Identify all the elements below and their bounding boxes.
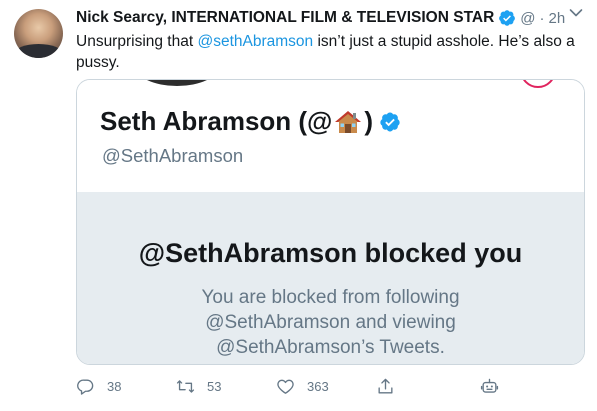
reply-count: 38 <box>107 378 122 394</box>
author-display-name[interactable]: Nick Searcy, INTERNATIONAL FILM & TELEVI… <box>76 9 494 27</box>
screenshot-blocked-notice: @SethAbramson blocked you You are blocke… <box>77 192 584 364</box>
tweet-actions: 38 53 363 <box>76 374 586 402</box>
author-handle[interactable]: @ <box>520 10 535 27</box>
tweet-media[interactable]: Seth Abramson (@ ) @SethAbramson @SethAb… <box>76 79 585 365</box>
mention-link[interactable]: @sethAbramson <box>197 33 313 50</box>
reply-button[interactable]: 38 <box>76 374 121 398</box>
tweet-timestamp[interactable]: 2h <box>549 10 566 27</box>
bot-icon <box>480 378 499 393</box>
bot-button[interactable] <box>480 374 499 398</box>
blocked-message: You are blocked from following @SethAbra… <box>77 285 584 360</box>
verified-badge-icon <box>380 111 400 132</box>
retweet-count: 53 <box>207 378 222 394</box>
profile-name-suffix: ) <box>364 106 374 136</box>
verified-badge-icon <box>499 10 516 26</box>
screenshot-profile-handle: @SethAbramson <box>102 145 244 166</box>
share-button[interactable] <box>376 374 395 398</box>
blocked-line-3: @SethAbramson’s Tweets. <box>216 337 445 358</box>
author-avatar[interactable] <box>14 9 63 58</box>
chevron-down-icon[interactable] <box>569 8 583 18</box>
header-separator: · <box>539 9 545 27</box>
profile-name-prefix: Seth Abramson (@ <box>100 106 333 136</box>
screenshot-profile-header: Seth Abramson (@ ) @SethAbramson <box>77 80 584 192</box>
blocked-line-1: You are blocked from following <box>201 287 460 308</box>
like-icon <box>277 379 294 394</box>
screenshot-notification-ring <box>520 80 556 88</box>
tweet-header: Nick Searcy, INTERNATIONAL FILM & TELEVI… <box>76 7 587 29</box>
retweet-button[interactable]: 53 <box>176 374 221 398</box>
tweet-text: Unsurprising that @sethAbramson isn’t ju… <box>76 31 586 73</box>
screenshot-avatar-edge <box>135 80 219 86</box>
reply-icon <box>77 378 94 395</box>
blocked-title: @SethAbramson blocked you <box>138 238 523 268</box>
tweet-text-before: Unsurprising that <box>76 33 198 50</box>
house-emoji-icon <box>335 110 362 133</box>
share-icon <box>378 378 393 394</box>
like-count: 363 <box>307 378 329 394</box>
like-button[interactable]: 363 <box>276 374 329 398</box>
blocked-line-2: @SethAbramson and viewing <box>205 312 456 333</box>
retweet-icon <box>176 379 195 393</box>
screenshot-profile-name: Seth Abramson (@ ) <box>100 106 401 137</box>
